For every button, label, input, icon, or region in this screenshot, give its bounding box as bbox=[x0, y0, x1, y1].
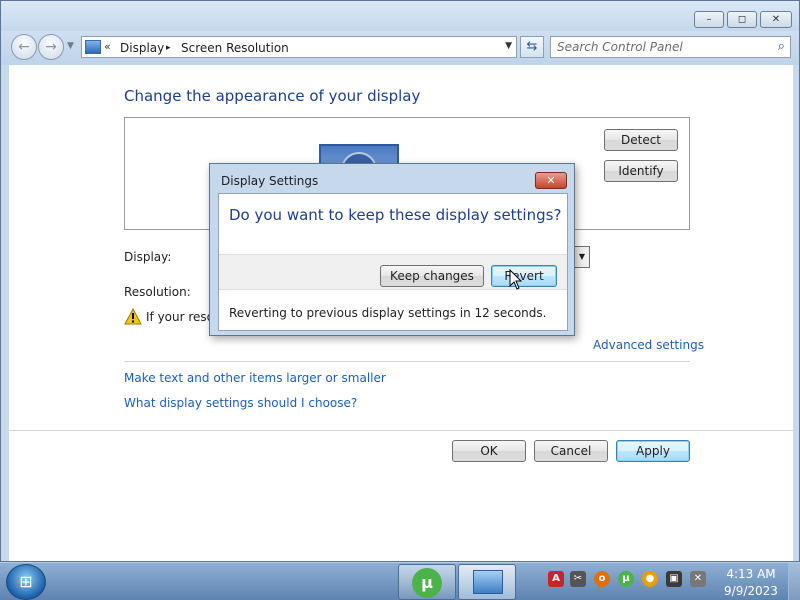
identify-button[interactable]: Identify bbox=[604, 160, 678, 182]
address-bar[interactable]: « Display ▸ Screen Resolution ▼ bbox=[81, 36, 517, 58]
windows-logo-icon: ⊞ bbox=[19, 572, 33, 591]
minimize-button[interactable]: – bbox=[694, 11, 724, 28]
display-settings-dialog: Display Settings ✕ Do you want to keep t… bbox=[209, 163, 575, 336]
magnifier-app-icon[interactable]: o bbox=[594, 571, 610, 587]
breadcrumb-separator-icon[interactable]: ▸ bbox=[166, 43, 171, 53]
keep-changes-button[interactable]: Keep changes bbox=[380, 265, 484, 287]
detect-button[interactable]: Detect bbox=[604, 129, 678, 151]
text-size-link[interactable]: Make text and other items larger or smal… bbox=[124, 371, 386, 385]
refresh-button[interactable]: ⇆ bbox=[520, 36, 544, 58]
search-input[interactable] bbox=[557, 39, 757, 55]
back-button[interactable]: ← bbox=[11, 34, 37, 60]
forward-button[interactable]: → bbox=[38, 34, 64, 60]
maximize-button[interactable]: ◻ bbox=[727, 11, 757, 28]
breadcrumb-screen-resolution[interactable]: Screen Resolution bbox=[181, 41, 289, 55]
dialog-title: Display Settings bbox=[221, 174, 319, 188]
clock-date[interactable]: 9/9/2023 bbox=[716, 584, 786, 598]
dialog-body: Do you want to keep these display settin… bbox=[218, 193, 568, 331]
close-icon: ✕ bbox=[546, 174, 556, 187]
close-button[interactable]: ✕ bbox=[760, 11, 792, 28]
utorrent-icon: µ bbox=[412, 568, 442, 598]
taskbar-app-utorrent[interactable]: µ bbox=[398, 564, 456, 600]
mouse-cursor-icon bbox=[509, 269, 523, 290]
title-bar[interactable]: – ◻ ✕ bbox=[1, 1, 799, 31]
update-icon[interactable]: ● bbox=[642, 571, 658, 587]
control-panel-icon bbox=[85, 40, 101, 54]
recent-pages-chevron-icon[interactable]: ▼ bbox=[67, 41, 74, 51]
dialog-close-button[interactable]: ✕ bbox=[535, 172, 567, 189]
revert-button[interactable]: Revert bbox=[491, 265, 557, 287]
divider bbox=[9, 430, 793, 431]
volume-muted-icon[interactable]: ✕ bbox=[690, 571, 706, 587]
breadcrumb-overflow-icon[interactable]: « bbox=[104, 40, 111, 53]
divider bbox=[124, 361, 690, 362]
search-icon[interactable]: ⌕ bbox=[778, 39, 785, 54]
page-title: Change the appearance of your display bbox=[124, 87, 421, 105]
maximize-icon: ◻ bbox=[737, 14, 747, 25]
advanced-settings-link[interactable]: Advanced settings bbox=[593, 338, 704, 352]
ok-button[interactable]: OK bbox=[452, 440, 526, 462]
minimize-icon: – bbox=[706, 14, 712, 25]
close-icon: ✕ bbox=[771, 14, 781, 25]
adobe-icon[interactable]: A bbox=[548, 571, 564, 587]
display-label: Display: bbox=[124, 250, 172, 264]
clock-time[interactable]: 4:13 AM bbox=[716, 567, 786, 581]
taskbar-app-control-panel[interactable] bbox=[458, 564, 516, 600]
display-help-link[interactable]: What display settings should I choose? bbox=[124, 396, 357, 410]
breadcrumb-display[interactable]: Display bbox=[120, 41, 164, 55]
arrow-right-icon: → bbox=[45, 39, 57, 55]
apply-button[interactable]: Apply bbox=[616, 440, 690, 462]
resolution-label: Resolution: bbox=[124, 285, 191, 299]
refresh-icon: ⇆ bbox=[526, 39, 538, 54]
address-dropdown-icon[interactable]: ▼ bbox=[505, 41, 512, 51]
network-icon[interactable]: ▣ bbox=[666, 571, 682, 587]
utorrent-tray-icon[interactable]: µ bbox=[618, 571, 634, 587]
taskbar: ⊞ µ A ✂ o µ ● ▣ ✕ 4:13 AM 9/9/2023 bbox=[0, 562, 800, 600]
cancel-button[interactable]: Cancel bbox=[534, 440, 608, 462]
tool-icon[interactable]: ✂ bbox=[570, 571, 586, 587]
warning-icon bbox=[124, 308, 142, 325]
show-desktop-button[interactable] bbox=[788, 563, 800, 600]
start-button[interactable]: ⊞ bbox=[6, 564, 46, 600]
arrow-left-icon: ← bbox=[18, 39, 30, 55]
navigation-bar: ← → ▼ « Display ▸ Screen Resolution ▼ ⇆ … bbox=[1, 31, 799, 65]
dialog-countdown-text: Reverting to previous display settings i… bbox=[229, 306, 547, 320]
control-panel-icon bbox=[473, 570, 503, 594]
search-box[interactable]: ⌕ bbox=[550, 36, 791, 58]
display-dropdown-arrow-icon[interactable]: ▼ bbox=[574, 246, 590, 268]
dialog-question: Do you want to keep these display settin… bbox=[229, 206, 562, 224]
